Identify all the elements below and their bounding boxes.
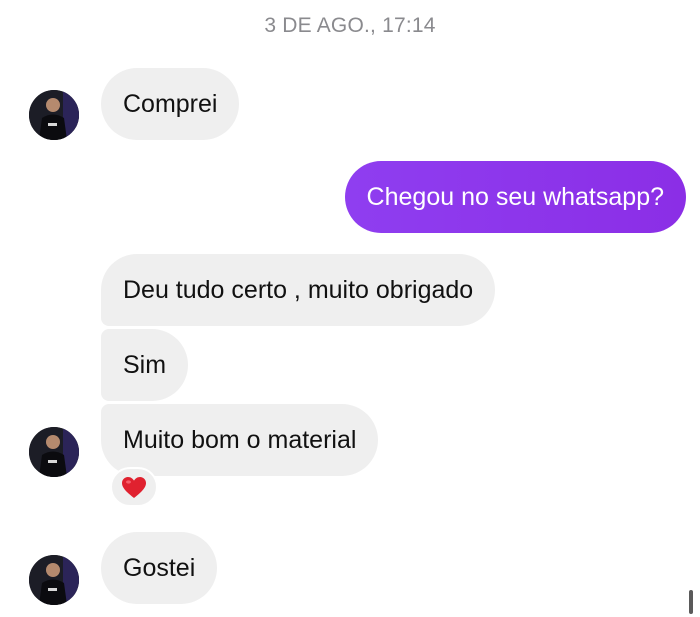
incoming-message[interactable]: Deu tudo certo , muito obrigado [101,254,496,326]
contact-avatar[interactable] [29,555,79,605]
incoming-message[interactable]: Comprei [101,68,240,140]
chat-thread: 3 DE AGO., 17:14 Comprei Chegou no seu w… [0,0,700,617]
heart-icon [122,477,146,498]
message-reaction[interactable] [110,467,158,507]
outgoing-message[interactable]: Chegou no seu whatsapp? [344,161,686,233]
incoming-message[interactable]: Muito bom o material [101,404,379,476]
message-timestamp: 3 DE AGO., 17:14 [264,14,436,37]
contact-avatar[interactable] [29,427,79,477]
avatar-image [29,555,79,605]
avatar-image [29,90,79,140]
incoming-message[interactable]: Sim [101,329,189,401]
contact-avatar[interactable] [29,90,79,140]
incoming-message[interactable]: Gostei [101,532,218,604]
avatar-image [29,427,79,477]
scrollbar[interactable] [689,590,693,614]
